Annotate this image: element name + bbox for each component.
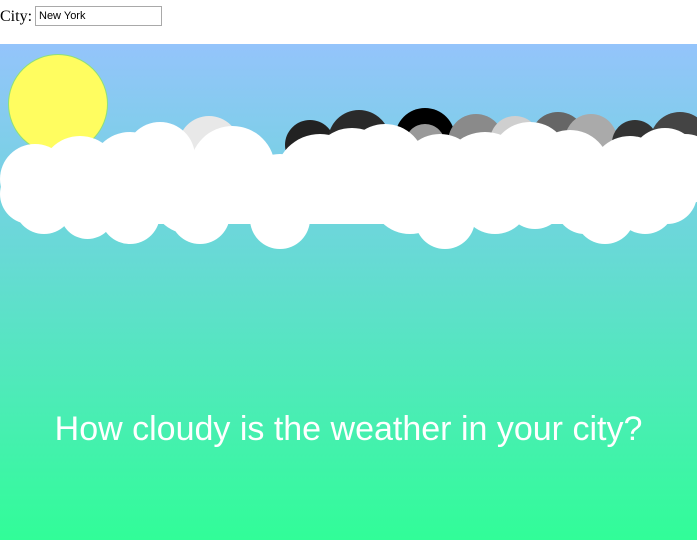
white-cloud-puff (0, 164, 697, 224)
sky-scene: How cloudy is the weather in your city? (0, 44, 697, 540)
city-input[interactable] (35, 6, 162, 26)
headline: How cloudy is the weather in your city? (54, 410, 643, 448)
city-label: City: (0, 8, 33, 25)
top-bar: City: (0, 0, 697, 44)
